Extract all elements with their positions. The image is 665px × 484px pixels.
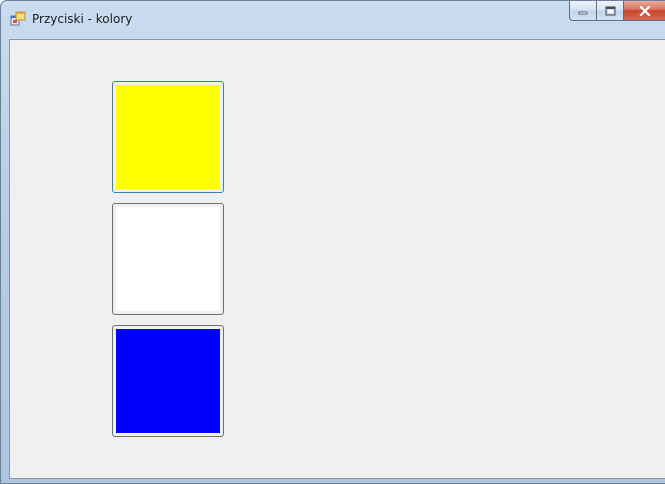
form-client-area [9,39,665,479]
caption-buttons [569,1,665,22]
title-bar[interactable]: Przyciski - kolory [1,1,665,37]
app-window-icon[interactable] [10,11,26,27]
maximize-button[interactable] [596,1,623,21]
color-button-white[interactable] [112,203,224,315]
color-swatch-white [116,207,220,311]
color-swatch-blue [116,329,220,433]
color-button-blue[interactable] [112,325,224,437]
app-window: Przyciski - kolory [0,0,665,484]
minimize-button[interactable] [569,1,596,21]
close-button[interactable] [623,1,665,21]
maximize-icon [605,6,615,15]
close-icon [639,5,651,16]
minimize-icon [578,11,588,14]
color-swatch-yellow [116,85,220,189]
window-title: Przyciski - kolory [32,12,133,26]
color-button-yellow[interactable] [112,81,224,193]
